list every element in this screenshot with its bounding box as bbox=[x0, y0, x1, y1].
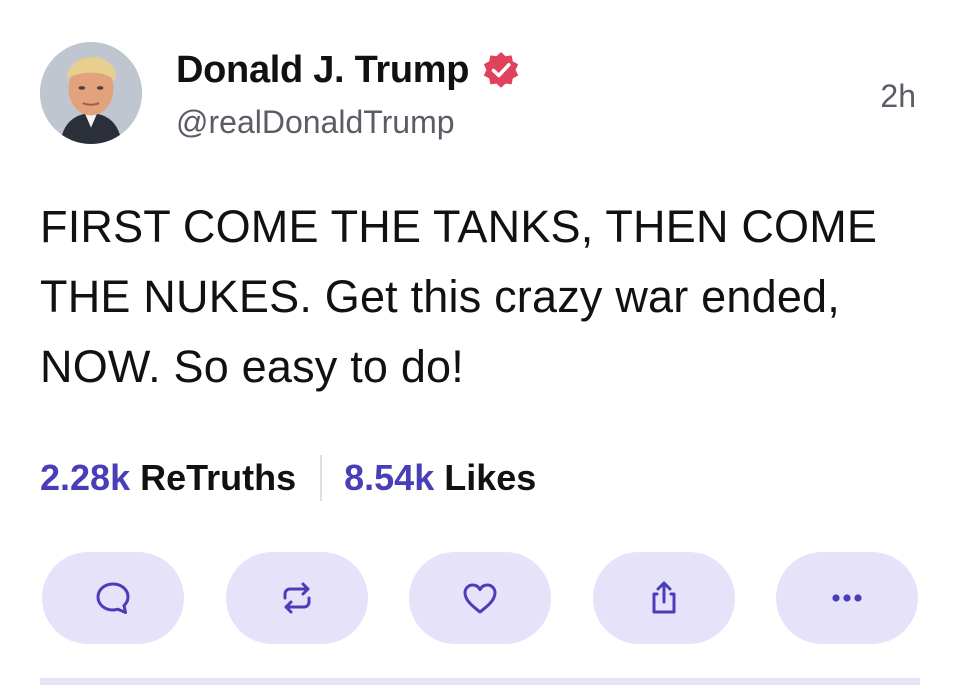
likes-label: Likes bbox=[444, 457, 537, 498]
action-bar bbox=[42, 552, 918, 644]
more-dots-icon bbox=[832, 594, 862, 602]
share-button[interactable] bbox=[592, 552, 735, 644]
likes-count: 8.54k bbox=[344, 457, 435, 498]
share-icon bbox=[652, 581, 675, 614]
author-name-row: Donald J. Trump bbox=[176, 48, 521, 92]
truth-post: Donald J. Trump @realDonaldTrump 2h FIRS… bbox=[0, 0, 960, 685]
post-text: FIRST COME THE TANKS, THEN COME THE NUKE… bbox=[40, 201, 878, 392]
comment-icon bbox=[96, 582, 130, 614]
avatar[interactable] bbox=[40, 42, 142, 144]
stats-divider bbox=[320, 455, 323, 501]
like-button[interactable] bbox=[409, 552, 551, 644]
author-handle[interactable]: @realDonaldTrump bbox=[176, 104, 455, 141]
post-stats: 2.28k ReTruths 8.54k Likes bbox=[40, 452, 536, 504]
reply-button[interactable] bbox=[42, 552, 184, 644]
repost-icon bbox=[283, 582, 310, 614]
author-display-name[interactable]: Donald J. Trump bbox=[176, 49, 470, 92]
likes-stat[interactable]: 8.54k Likes bbox=[344, 457, 536, 499]
retruths-stat[interactable]: 2.28k ReTruths bbox=[40, 457, 296, 499]
post-separator bbox=[40, 678, 920, 685]
avatar-image bbox=[40, 42, 142, 144]
heart-icon bbox=[463, 583, 497, 614]
retruth-button[interactable] bbox=[225, 552, 368, 644]
retruths-count: 2.28k bbox=[40, 457, 131, 498]
retruths-label: ReTruths bbox=[140, 457, 297, 498]
verified-badge-icon bbox=[481, 50, 521, 90]
more-button[interactable] bbox=[776, 552, 918, 644]
post-timestamp[interactable]: 2h bbox=[880, 78, 916, 115]
